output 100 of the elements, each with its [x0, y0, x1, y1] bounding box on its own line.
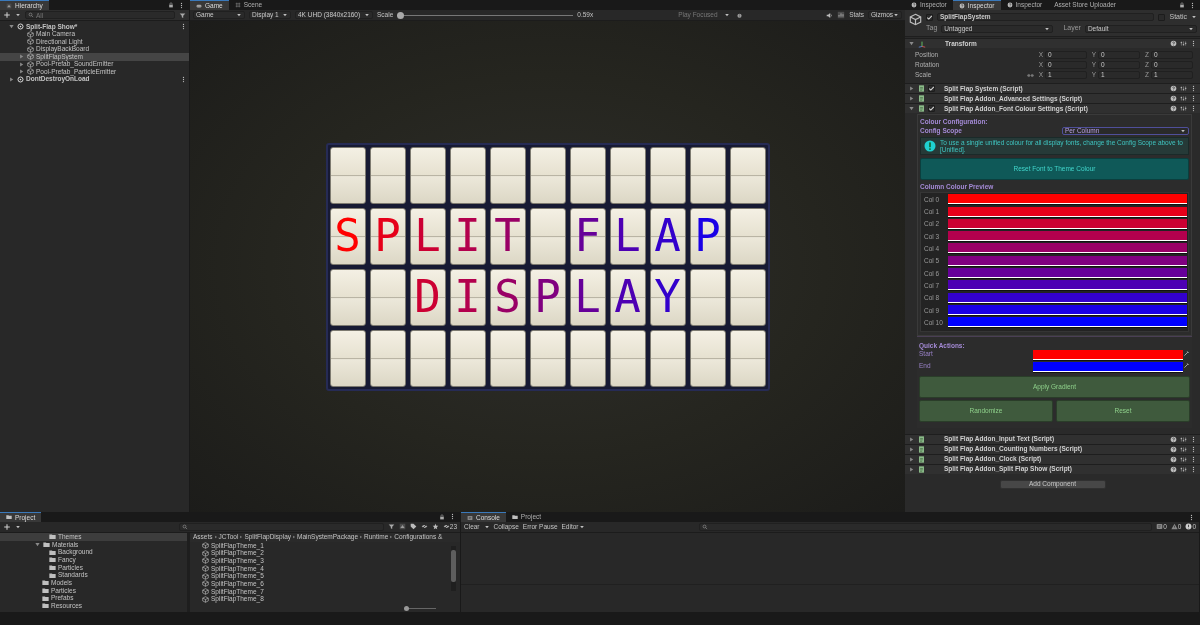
- link-icon[interactable]: [1027, 71, 1034, 79]
- flap-tile: [729, 329, 766, 387]
- presets-icon[interactable]: [1180, 85, 1187, 92]
- flap-tile: [609, 329, 646, 387]
- add-icon[interactable]: [3, 11, 11, 19]
- colour-swatch[interactable]: [948, 194, 1187, 206]
- expanded-arrow-icon[interactable]: [34, 540, 41, 548]
- collapsed-arrow-icon[interactable]: [908, 95, 915, 102]
- colour-swatch[interactable]: [948, 268, 1187, 279]
- collapsed-arrow-icon[interactable]: [908, 455, 915, 463]
- colour-swatch[interactable]: [948, 304, 1187, 316]
- help-icon[interactable]: [1170, 465, 1177, 473]
- presets-icon[interactable]: [1180, 40, 1187, 47]
- presets-icon[interactable]: [1180, 465, 1187, 473]
- colour-field[interactable]: [1033, 349, 1183, 361]
- type-filter-icon[interactable]: [398, 523, 406, 531]
- help-icon[interactable]: [1170, 105, 1177, 112]
- help-icon[interactable]: [1170, 435, 1177, 443]
- colour-swatch[interactable]: [948, 231, 1187, 243]
- help-icon[interactable]: [1170, 95, 1177, 102]
- zoom-slider[interactable]: [404, 604, 436, 610]
- menu-icon[interactable]: [1190, 40, 1197, 47]
- caret-icon: [1180, 127, 1186, 134]
- caret-icon[interactable]: [15, 12, 21, 18]
- flap-letter: L: [614, 214, 641, 258]
- active-checkbox[interactable]: [926, 13, 933, 21]
- flap-tile: [729, 146, 766, 204]
- hidden-icon[interactable]: [420, 523, 428, 531]
- expanded-arrow-icon[interactable]: [8, 23, 15, 31]
- flap-tile: [649, 329, 686, 387]
- help-icon[interactable]: [1170, 445, 1177, 453]
- collapsed-arrow-icon[interactable]: [8, 75, 15, 83]
- stats-icon[interactable]: [837, 11, 846, 19]
- enabled-checkbox[interactable]: [928, 105, 935, 112]
- caret-icon[interactable]: [15, 523, 21, 530]
- help-icon[interactable]: [1170, 455, 1177, 463]
- bug-icon[interactable]: [736, 11, 744, 19]
- menu-icon[interactable]: [180, 23, 187, 31]
- colour-swatch[interactable]: [948, 280, 1187, 292]
- flap-letter: P: [374, 214, 401, 258]
- colour-swatch[interactable]: [948, 317, 1187, 329]
- colour-swatch[interactable]: [948, 292, 1187, 304]
- enabled-checkbox[interactable]: [928, 85, 935, 92]
- speaker-icon[interactable]: [826, 11, 834, 19]
- script-icon: [918, 435, 925, 443]
- flap-tile: [569, 329, 606, 387]
- transform-icon: [918, 39, 926, 48]
- collapsed-arrow-icon[interactable]: [908, 85, 915, 92]
- flap-tile: [689, 146, 726, 204]
- slider-thumb[interactable]: [397, 11, 405, 19]
- menu-icon[interactable]: [1190, 85, 1197, 92]
- menu-icon[interactable]: [1188, 513, 1195, 521]
- help-icon[interactable]: [1170, 40, 1177, 47]
- flap-letter: A: [614, 275, 641, 319]
- flap-letter: S: [494, 275, 521, 319]
- favorite-icon[interactable]: [431, 523, 439, 531]
- colour-swatch[interactable]: [948, 243, 1187, 255]
- menu-icon[interactable]: [1189, 1, 1196, 9]
- collapsed-arrow-icon[interactable]: [908, 465, 915, 473]
- presets-icon[interactable]: [1180, 455, 1187, 463]
- eyedropper-icon[interactable]: [1183, 349, 1190, 357]
- menu-icon[interactable]: [1190, 95, 1197, 102]
- checkmark-icon: [928, 85, 935, 92]
- slider-thumb[interactable]: [404, 606, 409, 612]
- scrollbar[interactable]: [451, 545, 456, 592]
- colour-swatch[interactable]: [948, 218, 1187, 230]
- search-field[interactable]: [179, 522, 384, 531]
- presets-icon[interactable]: [1180, 95, 1187, 102]
- expanded-arrow-icon[interactable]: [908, 40, 915, 47]
- collapsed-arrow-icon[interactable]: [908, 445, 915, 453]
- eyedropper-icon[interactable]: [1183, 361, 1190, 369]
- caret-icon: [724, 12, 731, 18]
- menu-icon[interactable]: [178, 1, 185, 9]
- presets-icon[interactable]: [1180, 445, 1187, 453]
- flap-tile: [569, 146, 606, 204]
- flap-tile: [649, 146, 686, 204]
- colour-swatch[interactable]: [948, 255, 1187, 267]
- presets-icon[interactable]: [1180, 435, 1187, 443]
- lock-icon[interactable]: [439, 513, 445, 520]
- search-field[interactable]: [698, 523, 1153, 531]
- scale-slider[interactable]: [397, 11, 574, 19]
- flap-letter: L: [414, 214, 441, 258]
- menu-icon[interactable]: [180, 75, 187, 83]
- menu-icon[interactable]: [449, 513, 456, 521]
- flap-letter: D: [414, 275, 441, 319]
- lock-icon[interactable]: [168, 2, 174, 8]
- caret-icon[interactable]: [483, 524, 490, 530]
- lock-icon[interactable]: [1179, 2, 1185, 8]
- help-icon[interactable]: [1170, 85, 1177, 92]
- presets-icon[interactable]: [1180, 105, 1187, 112]
- colour-field[interactable]: [1033, 361, 1183, 373]
- collapsed-arrow-icon[interactable]: [908, 435, 915, 443]
- filter-icon[interactable]: [179, 11, 186, 19]
- menu-icon[interactable]: [1190, 105, 1197, 112]
- expanded-arrow-icon[interactable]: [908, 105, 915, 112]
- flap-letter: P: [534, 275, 561, 319]
- colour-swatch[interactable]: [948, 206, 1187, 218]
- add-icon[interactable]: [3, 522, 11, 531]
- flap-tile: [529, 207, 566, 265]
- flap-tile: [729, 268, 766, 326]
